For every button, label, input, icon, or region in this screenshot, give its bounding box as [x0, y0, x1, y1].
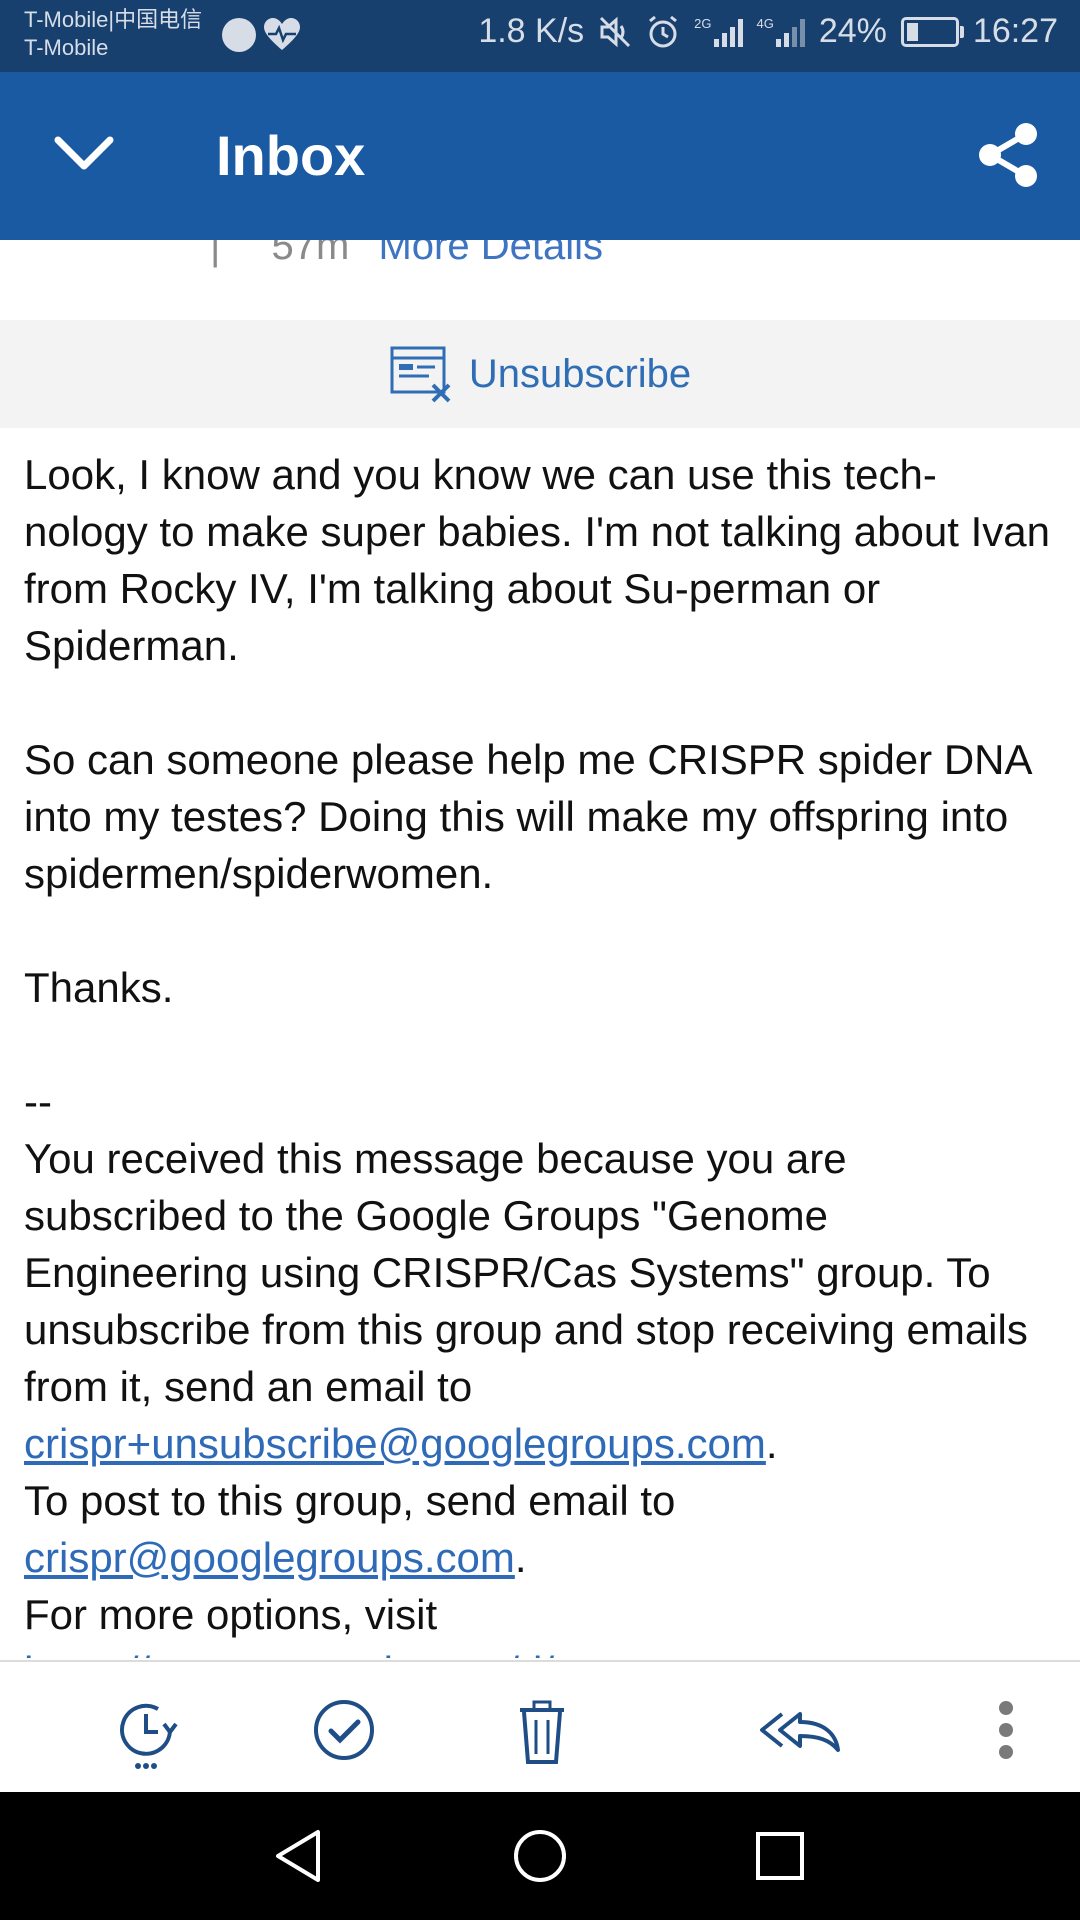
battery-fill	[906, 22, 918, 41]
footer-text: To post to this group, send email to	[24, 1477, 676, 1524]
carrier-line-2: T-Mobile	[24, 35, 109, 60]
more-options-icon[interactable]	[986, 1690, 1026, 1770]
unsubscribe-email-link[interactable]: crispr+unsubscribe@googlegroups.com	[24, 1420, 766, 1467]
home-circle-icon[interactable]	[508, 1824, 572, 1888]
signal-bars-icon	[713, 17, 743, 47]
reply-all-icon[interactable]	[756, 1690, 844, 1770]
chevron-down-icon[interactable]	[50, 124, 118, 184]
footer-text: You received this message because you ar…	[24, 1135, 1028, 1410]
battery-percent: 24%	[818, 12, 887, 50]
footer-line: https://groups.google.com/d/optout	[24, 1643, 1060, 1658]
status-right: 1.8 K/s 2G 4G 24% 16:27	[478, 12, 1058, 51]
clock: 16:27	[972, 12, 1058, 50]
footer-line: crispr+unsubscribe@googlegroups.com.	[24, 1420, 778, 1467]
back-triangle-icon[interactable]	[268, 1824, 332, 1888]
carrier-info: T-Mobile|中国电信 T-Mobile	[24, 6, 202, 62]
message-paragraph: Look, I know and you know we can use thi…	[24, 451, 1050, 669]
signal-bars-icon	[775, 17, 805, 47]
message-body: Look, I know and you know we can use thi…	[24, 446, 1060, 1658]
details-divider: |	[210, 240, 221, 268]
share-icon[interactable]	[976, 122, 1040, 188]
signal-4g: 4G	[757, 17, 805, 47]
recents-square-icon[interactable]	[748, 1824, 812, 1888]
mute-icon	[600, 16, 631, 47]
system-nav-bar	[0, 1792, 1080, 1920]
unsubscribe-icon	[390, 346, 451, 403]
status-bar: T-Mobile|中国电信 T-Mobile 1.8 K/s 2G 4G 24%…	[0, 0, 1080, 72]
footer-text: For more options, visit	[24, 1591, 438, 1638]
trash-icon[interactable]	[502, 1690, 582, 1770]
post-email-link[interactable]: crispr@googlegroups.com	[24, 1534, 515, 1581]
alarm-icon	[649, 15, 678, 47]
checkmark-done-icon[interactable]	[304, 1690, 384, 1770]
page-title: Inbox	[216, 124, 366, 187]
footer-line: crispr@googlegroups.com.	[24, 1534, 527, 1581]
snooze-icon[interactable]	[108, 1690, 188, 1770]
unsubscribe-label: Unsubscribe	[468, 351, 692, 396]
optout-link[interactable]: https://groups.google.com/d/optout	[24, 1648, 671, 1658]
unsubscribe-bar[interactable]: Unsubscribe	[0, 320, 1080, 428]
message-paragraph: Thanks.	[24, 964, 174, 1011]
heart-rate-icon	[264, 18, 300, 50]
battery-icon	[900, 16, 964, 47]
message-details: | 57m More Details	[0, 240, 1080, 320]
message-action-bar	[0, 1660, 1080, 1794]
signal-2g: 2G	[694, 17, 743, 47]
audio-wave-icon	[222, 18, 256, 52]
message-paragraph: So can someone please help me CRISPR spi…	[24, 736, 1031, 897]
carrier-line-1: T-Mobile|中国电信	[24, 7, 203, 32]
status-left-icons	[222, 18, 300, 52]
message-age: 57m	[271, 240, 350, 268]
signature-separator: --	[24, 1078, 52, 1125]
app-bar: Inbox	[0, 72, 1080, 240]
more-details-link[interactable]: More Details	[378, 240, 603, 268]
net-speed: 1.8 K/s	[478, 12, 585, 50]
